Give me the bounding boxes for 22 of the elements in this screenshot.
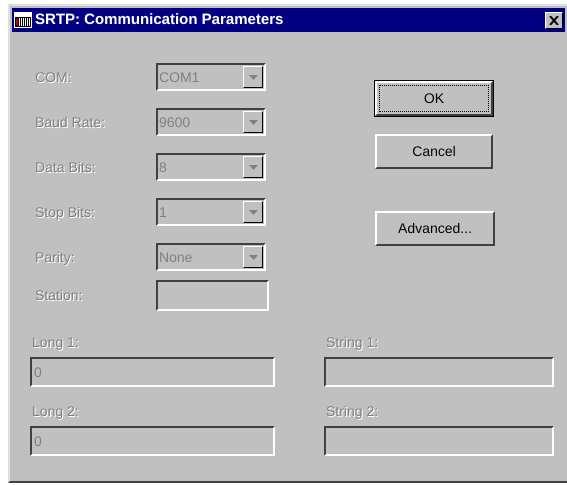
dialog-button[interactable]: Cancel (375, 134, 493, 169)
close-icon (549, 16, 559, 24)
field-label: String 1: (325, 333, 380, 352)
field-label: COM: (35, 68, 73, 86)
caret-icon (248, 254, 258, 260)
dialog-button[interactable]: Advanced... (375, 211, 495, 246)
plc-rack-icon (14, 12, 32, 28)
caret-icon (248, 74, 258, 80)
field-label: Station: (35, 286, 84, 304)
field-label: Data Bits: (35, 158, 97, 176)
close-button[interactable] (545, 12, 563, 28)
field-label: Stop Bits: (35, 202, 96, 222)
field-label: Long 1: (31, 333, 80, 352)
field-label: String 2: (325, 402, 380, 421)
field-label: Long 2: (31, 402, 80, 421)
caret-icon (248, 164, 258, 170)
field-label: Parity: (35, 248, 76, 267)
dialog-button[interactable]: OK (375, 81, 493, 116)
caret-icon (248, 210, 258, 214)
field-label: Baud Rate: (35, 112, 106, 132)
caret-icon (248, 120, 258, 124)
window-title: SRTP: Communication Parameters (35, 10, 284, 30)
